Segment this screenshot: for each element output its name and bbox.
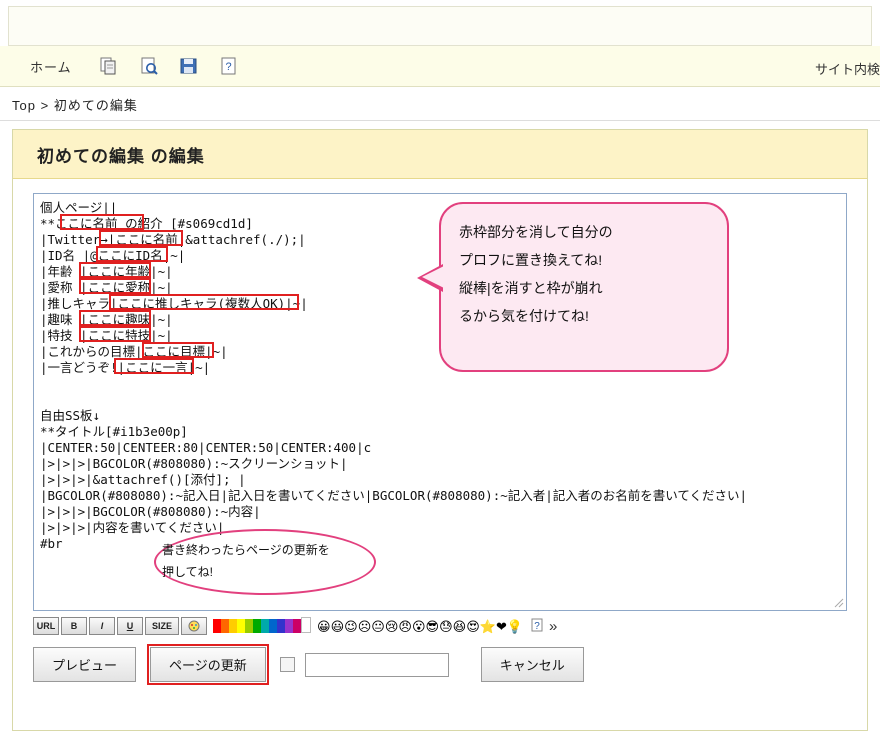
editor-line: |>|>|>|内容を書いてください| — [40, 520, 225, 535]
editor-wrapper: 個人ページ|| **ここに名前 の紹介 [#s069cd1d] |Twitter… — [33, 193, 847, 611]
note-line: 押してね! — [162, 565, 213, 579]
emoji-neutral-icon[interactable]: 😐 — [371, 619, 385, 634]
editor-line: 自由SS板↓ — [40, 408, 101, 423]
color-palette[interactable] — [213, 616, 311, 636]
note-icon[interactable]: ? — [531, 618, 543, 635]
italic-button[interactable]: I — [89, 617, 115, 635]
balloon-tail-inner-icon — [422, 266, 444, 288]
page-container: 初めての編集 の編集 個人ページ|| **ここに名前 の紹介 [#s069cd1… — [12, 129, 868, 731]
bold-button[interactable]: B — [61, 617, 87, 635]
editor-line: #br — [40, 536, 63, 551]
url-button[interactable]: URL — [33, 617, 59, 635]
breadcrumb-current[interactable]: 初めての編集 — [54, 98, 138, 113]
emoji-cry-icon[interactable]: 😢 — [385, 619, 399, 634]
emoji-smile2-icon[interactable]: 😃 — [331, 619, 345, 634]
svg-text:?: ? — [534, 621, 540, 632]
editor-line: |>|>|>|BGCOLOR(#808080):~スクリーンショット| — [40, 456, 348, 471]
page-title: 初めての編集 の編集 — [13, 130, 867, 179]
button-row: プレビュー ページの更新 キャンセル — [33, 644, 847, 685]
browser-top-blank-bar — [8, 6, 872, 46]
wiki-source-textarea[interactable]: 個人ページ|| **ここに名前 の紹介 [#s069cd1d] |Twitter… — [33, 193, 847, 611]
balloon-line: プロフに置き換えてね! — [459, 252, 603, 268]
update-button[interactable]: ページの更新 — [147, 644, 269, 685]
more-emoji-button[interactable]: » — [549, 618, 557, 635]
editor-line: **タイトル[#i1b3e00p] — [40, 424, 188, 439]
site-toolbar: ホーム ? サイト内検 — [0, 46, 880, 87]
instruction-balloon: 赤枠部分を消して自分の プロフに置き換えてね! 縦棒|を消すと枠が崩れ るから気… — [417, 202, 729, 372]
home-link[interactable]: ホーム — [30, 57, 72, 76]
emoji-star-icon[interactable]: ⭐ — [480, 619, 496, 634]
help-icon[interactable]: ? — [214, 55, 244, 77]
preview-button[interactable]: プレビュー — [33, 647, 137, 682]
copy-icon[interactable] — [94, 55, 124, 77]
edit-summary-input[interactable] — [304, 652, 449, 677]
emoji-sweat-icon[interactable]: 😓 — [439, 619, 453, 634]
editor-line: |>|>|>|&attachref()[添付]; | — [40, 472, 246, 487]
size-button[interactable]: SIZE — [145, 617, 179, 635]
update-button-label: ページの更新 — [169, 658, 247, 673]
update-note-text: 書き終わったらページの更新を 押してね! — [162, 539, 372, 583]
minor-edit-checkbox[interactable] — [279, 657, 295, 672]
format-toolbar: URL B I U SIZE 😀😃😉☹😐😢😠😮😎😓😆😍⭐❤💡 ? » — [33, 615, 847, 637]
emoji-angry-icon[interactable]: 😠 — [398, 619, 412, 634]
balloon-line: 赤枠部分を消して自分の — [459, 224, 613, 240]
resize-grip-icon[interactable] — [832, 596, 844, 608]
editor-line: |BGCOLOR(#808080):~記入日|記入日を書いてください|BGCOL… — [40, 488, 748, 503]
emoji-cool-icon[interactable]: 😎 — [426, 619, 440, 634]
emoji-love-icon[interactable]: 😍 — [466, 619, 480, 634]
save-icon[interactable] — [174, 55, 204, 77]
balloon-line: るから気を付けてね! — [459, 308, 589, 324]
emoji-surprise-icon[interactable]: 😮 — [412, 619, 426, 634]
cancel-button[interactable]: キャンセル — [480, 647, 584, 682]
site-search-label[interactable]: サイト内検 — [815, 59, 880, 78]
svg-text:?: ? — [225, 61, 231, 73]
emoji-strip[interactable]: 😀😃😉☹😐😢😠😮😎😓😆😍⭐❤💡 — [317, 619, 523, 634]
emoji-smile-icon[interactable]: 😀 — [317, 619, 331, 634]
color-icon[interactable] — [181, 617, 207, 635]
editor-line: |CENTER:50|CENTEER:80|CENTER:50|CENTER:4… — [40, 440, 372, 455]
note-line: 書き終わったらページの更新を — [162, 543, 330, 557]
editor-line: |>|>|>|BGCOLOR(#808080):~内容| — [40, 504, 261, 519]
breadcrumb-separator: > — [40, 98, 50, 113]
preview-icon[interactable] — [134, 55, 164, 77]
breadcrumb: Top > 初めての編集 — [0, 87, 880, 121]
emoji-wink-icon[interactable]: 😉 — [344, 619, 358, 634]
emoji-bulb-icon[interactable]: 💡 — [507, 619, 523, 634]
breadcrumb-root[interactable]: Top — [12, 98, 36, 113]
emoji-heart-icon[interactable]: ❤ — [496, 619, 507, 634]
underline-button[interactable]: U — [117, 617, 143, 635]
emoji-laugh-icon[interactable]: 😆 — [453, 619, 467, 634]
emoji-sad-icon[interactable]: ☹ — [358, 619, 372, 634]
balloon-line: 縦棒|を消すと枠が崩れ — [459, 280, 603, 296]
